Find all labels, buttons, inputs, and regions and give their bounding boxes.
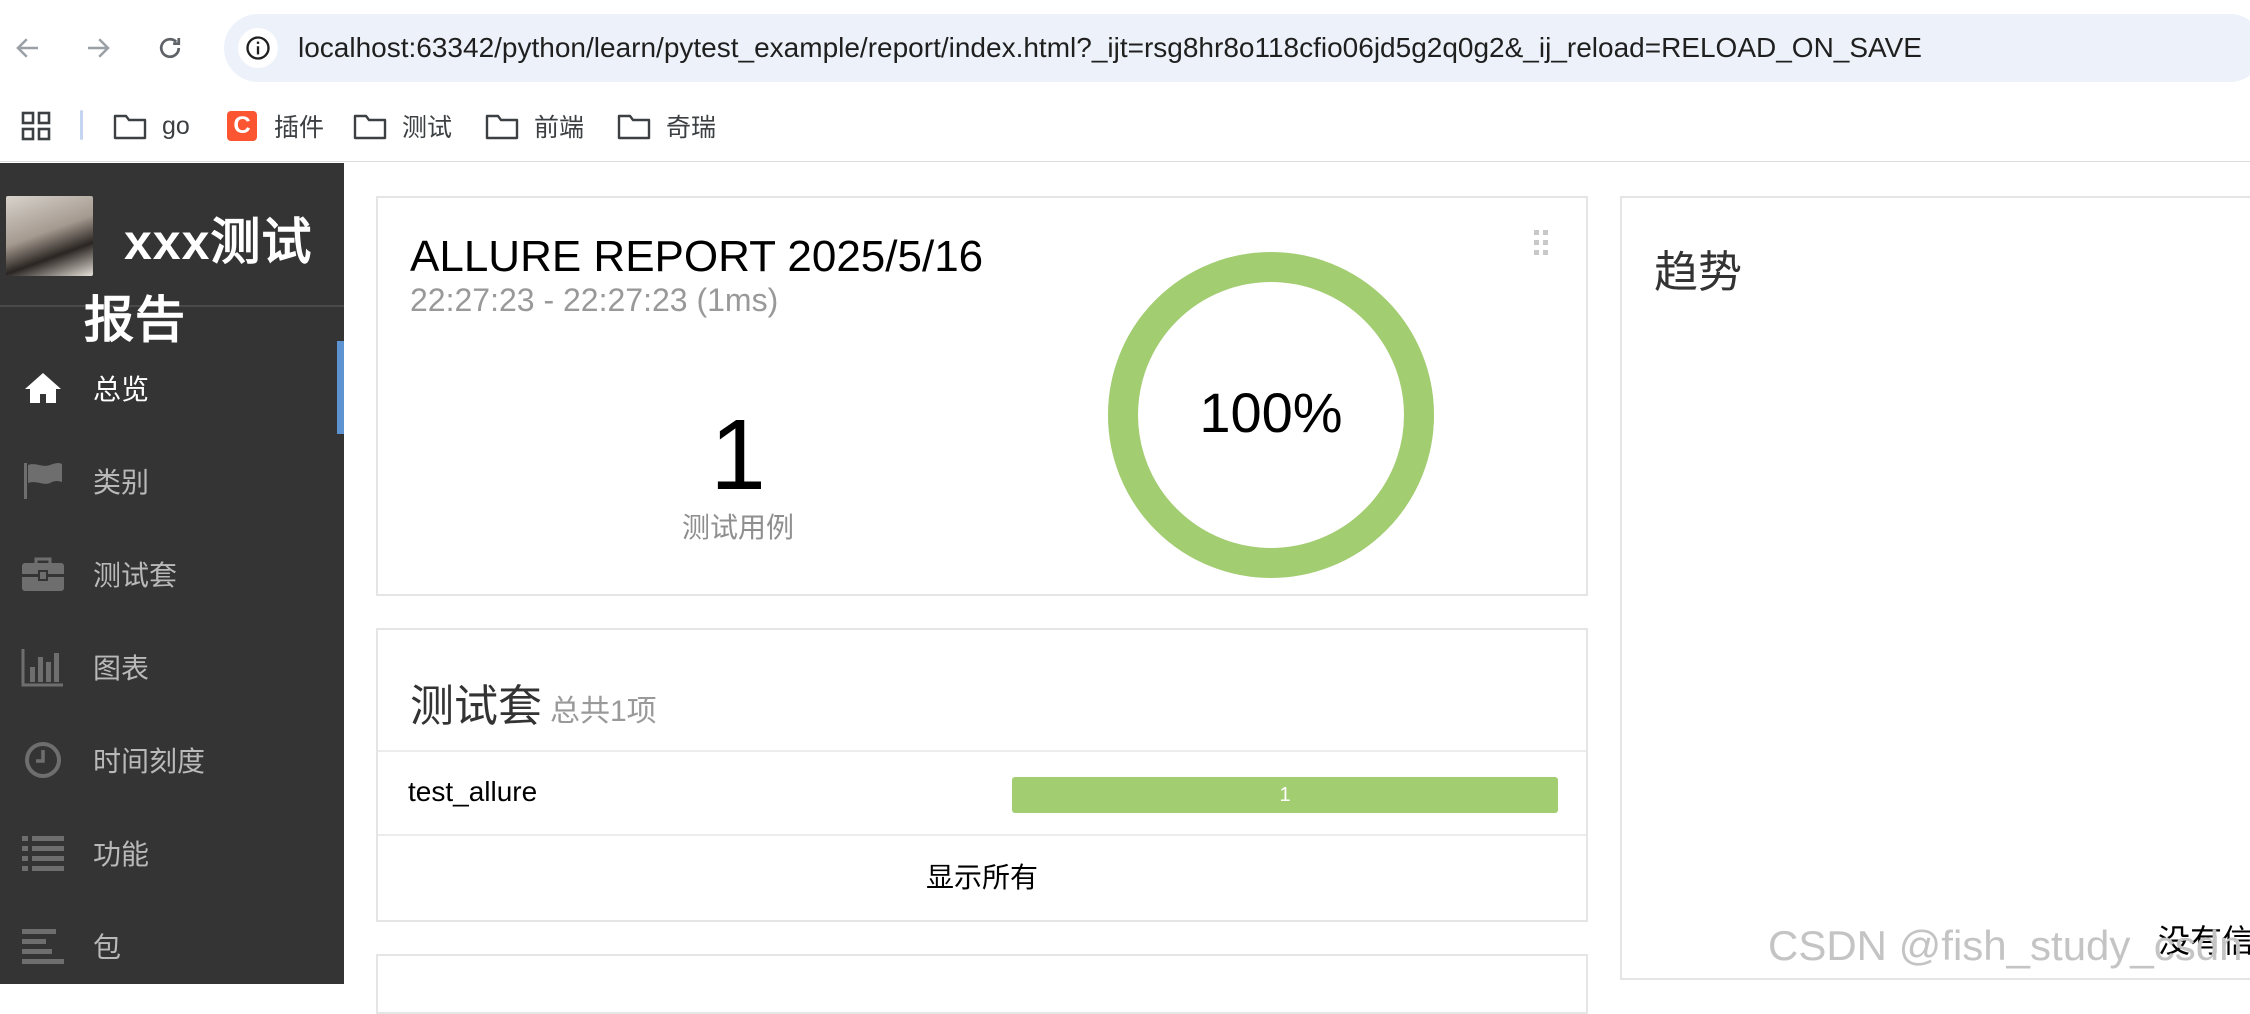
sidebar-item-behaviors[interactable]: 功能	[0, 806, 344, 899]
bookmark-plugins[interactable]: C 插件	[224, 104, 324, 148]
flag-icon	[21, 461, 65, 501]
url-text[interactable]: localhost:63342/python/learn/pytest_exam…	[298, 14, 1922, 82]
testcase-count-label: 测试用例	[681, 512, 794, 543]
sidebar-item-suites[interactable]: 测试套	[0, 527, 344, 620]
sidebar-item-label: 类别	[93, 466, 150, 498]
address-bar[interactable]: localhost:63342/python/learn/pytest_exam…	[224, 14, 2250, 82]
bookmark-label: 奇瑞	[666, 114, 717, 142]
pass-rate-percent: 100%	[1199, 381, 1343, 444]
sidebar-item-packages[interactable]: 包	[0, 899, 344, 984]
csdn-watermark: CSDN @fish_study_csdn	[1768, 922, 2243, 969]
reload-button[interactable]	[146, 24, 194, 72]
sidebar-item-overview[interactable]: 总览	[0, 341, 344, 434]
bookmark-label: go	[162, 111, 190, 140]
sidebar-item-label: 功能	[93, 838, 150, 870]
sidebar-item-label: 包	[93, 931, 122, 963]
site-info-icon[interactable]	[238, 28, 278, 68]
reload-icon	[159, 37, 181, 59]
suite-name: test_allure	[408, 776, 538, 807]
suites-widget: 测试套 总共1项 test_allure 1 显示所有	[376, 628, 1588, 922]
arrow-right-icon	[88, 38, 110, 58]
sidebar-item-label: 总览	[93, 373, 150, 405]
table-row[interactable]: test_allure 1	[378, 752, 1586, 836]
suite-status-bar[interactable]: 1	[1012, 777, 1558, 813]
sidebar-item-timeline[interactable]: 时间刻度	[0, 713, 344, 806]
bookmark-frontend[interactable]: 前端	[484, 104, 584, 148]
report-time-range: 22:27:23 - 22:27:23 (1ms)	[410, 282, 779, 318]
briefcase-icon	[21, 554, 65, 594]
browser-toolbar: localhost:63342/python/learn/pytest_exam…	[0, 0, 2250, 96]
csdn-icon: C	[224, 111, 260, 141]
sidebar-item-label: 时间刻度	[93, 745, 206, 777]
report-brand-title[interactable]: xxx测试报告	[84, 203, 334, 359]
show-all-link[interactable]: 显示所有	[378, 836, 1586, 920]
bar-chart-icon	[21, 647, 65, 687]
suites-total: 总共1项	[550, 695, 657, 728]
bookmark-label: 测试	[402, 114, 453, 142]
folder-icon	[112, 111, 148, 141]
sidebar-item-categories[interactable]: 类别	[0, 434, 344, 527]
folder-icon	[616, 111, 652, 141]
avatar	[6, 196, 93, 276]
sidebar-item-label: 测试套	[93, 559, 178, 591]
sidebar-item-graphs[interactable]: 图表	[0, 620, 344, 713]
trend-title: 趋势	[1654, 248, 1742, 297]
align-left-icon	[21, 926, 65, 966]
back-button[interactable]	[4, 24, 52, 72]
trend-widget: 趋势 没有信	[1620, 196, 2250, 980]
clock-icon	[21, 740, 65, 780]
drag-handle-icon[interactable]	[1534, 230, 1550, 256]
testcase-count: 1	[710, 399, 766, 511]
bookmark-label: 前端	[534, 114, 585, 142]
bookmark-chery[interactable]: 奇瑞	[616, 104, 716, 148]
next-widget	[376, 954, 1588, 1014]
apps-grid-icon[interactable]	[20, 110, 52, 142]
arrow-left-icon	[16, 38, 38, 58]
forward-button[interactable]	[74, 24, 122, 72]
bookmark-go[interactable]: go	[112, 104, 190, 148]
bookmark-label: 插件	[274, 114, 325, 142]
suites-title: 测试套	[410, 682, 542, 731]
bookmark-test[interactable]: 测试	[352, 104, 452, 148]
csdn-icon-letter: C	[227, 111, 257, 141]
home-icon	[21, 368, 65, 408]
folder-icon	[352, 111, 388, 141]
folder-icon	[484, 111, 520, 141]
list-icon	[21, 833, 65, 873]
suites-header: 测试套 总共1项	[378, 630, 1586, 752]
bookmarks-separator	[80, 110, 83, 140]
bookmarks-bar: go C 插件 测试 前端 奇瑞	[0, 96, 2250, 162]
sidebar-item-label: 图表	[93, 652, 150, 684]
summary-widget: ALLURE REPORT 2025/5/16 22:27:23 - 22:27…	[376, 196, 1588, 596]
report-title: ALLURE REPORT 2025/5/16	[410, 232, 984, 281]
report-sidebar: xxx测试报告 总览 类别 测试套 图表 时间刻度 功能 包	[0, 163, 344, 984]
